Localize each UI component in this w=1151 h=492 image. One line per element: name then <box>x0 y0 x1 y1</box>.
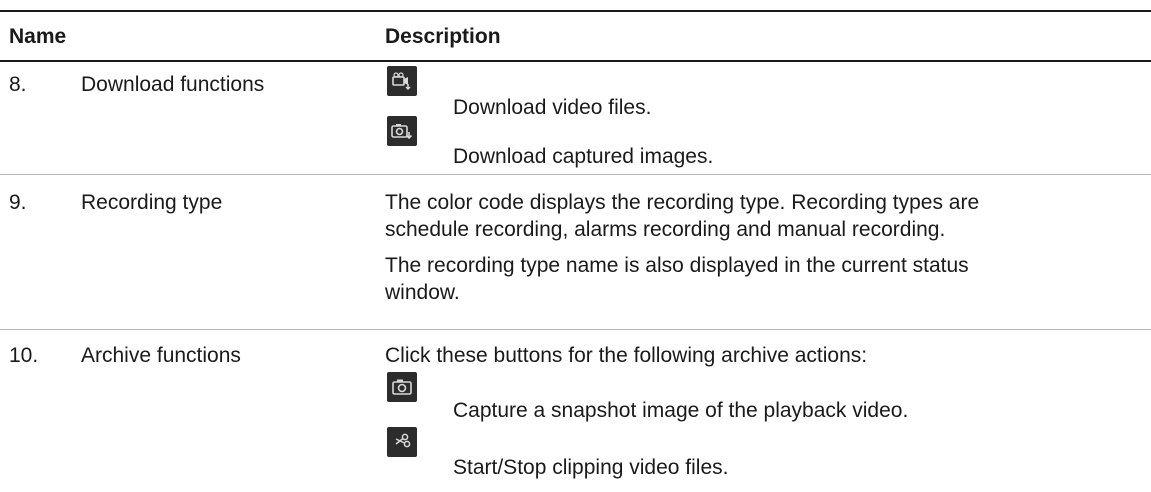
download-image-icon[interactable] <box>387 116 417 146</box>
header-rule <box>0 60 1151 62</box>
description-line: The color code displays the recording ty… <box>385 191 980 214</box>
header-description: Description <box>385 25 501 48</box>
row-divider <box>0 329 1151 330</box>
row-number: 9. <box>9 191 27 214</box>
description-line: schedule recording, alarms recording and… <box>385 218 946 241</box>
table-top-rule <box>0 10 1151 12</box>
header-name: Name <box>9 25 67 48</box>
row-number: 10. <box>9 344 39 367</box>
row-name: Archive functions <box>81 344 241 367</box>
download-image-description: Download captured images. <box>453 145 714 168</box>
row-number: 8. <box>9 73 27 96</box>
row-divider <box>0 174 1151 175</box>
row-name: Download functions <box>81 73 265 96</box>
clip-scissors-icon[interactable] <box>387 427 417 457</box>
download-video-description: Download video files. <box>453 96 652 119</box>
clip-scissors-description: Start/Stop clipping video files. <box>453 456 729 479</box>
download-video-icon[interactable] <box>387 66 417 96</box>
description-intro: Click these buttons for the following ar… <box>385 344 868 367</box>
row-name: Recording type <box>81 191 223 214</box>
capture-snapshot-icon[interactable] <box>387 372 417 402</box>
capture-snapshot-description: Capture a snapshot image of the playback… <box>453 399 909 422</box>
description-line: The recording type name is also displaye… <box>385 254 969 277</box>
description-line: window. <box>385 281 460 304</box>
